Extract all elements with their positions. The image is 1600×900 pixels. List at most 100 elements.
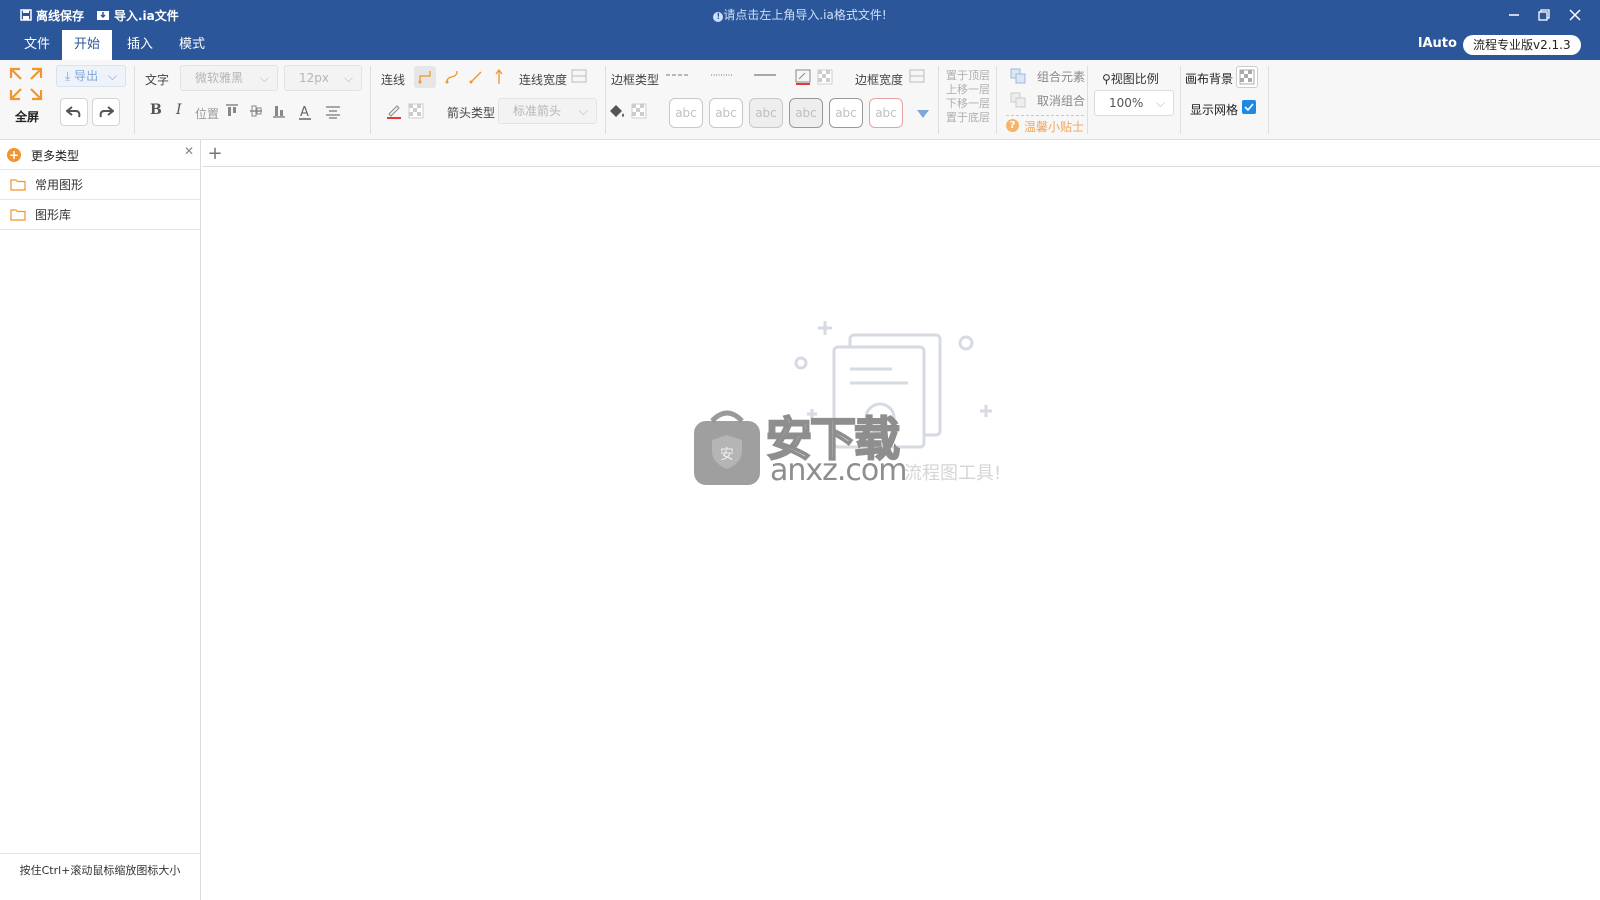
info-icon: ! (713, 12, 724, 22)
pencil-icon (387, 105, 401, 119)
zoom-select[interactable]: 100% ⌵ (1094, 90, 1174, 116)
italic-button[interactable]: I (176, 102, 182, 118)
paint-bucket-icon (610, 105, 624, 117)
border-dashed-button[interactable] (664, 68, 690, 82)
import-icon (97, 11, 109, 20)
import-notice-text: 请点击左上角导入.ia格式文件! (723, 8, 887, 22)
style-swatch[interactable]: abc (869, 98, 903, 128)
text-align-button[interactable] (324, 102, 342, 122)
font-family-select[interactable]: 微软雅黑 ⌵ (180, 65, 278, 91)
chevron-down-icon: ⌵ (107, 69, 117, 83)
sidebar-item-common-shapes[interactable]: 常用图形 (0, 170, 200, 200)
line-transparent-button[interactable] (407, 102, 425, 120)
style-swatch[interactable]: abc (709, 98, 743, 128)
curve-line-icon (445, 70, 458, 84)
border-color-button[interactable] (794, 68, 812, 86)
bold-button[interactable]: B (150, 102, 162, 118)
line-width-button[interactable] (570, 67, 588, 85)
line-elbow-button[interactable] (414, 66, 436, 88)
menu-insert[interactable]: 插入 (115, 30, 165, 60)
canvas-bg-button[interactable] (1236, 66, 1258, 88)
arrow-type-select[interactable]: 标准箭头 ⌵ (498, 98, 597, 124)
font-color-button[interactable]: A (297, 102, 313, 122)
align-top-icon (226, 104, 238, 116)
close-icon[interactable]: ✕ (182, 144, 196, 158)
separator (1087, 66, 1088, 134)
watermark-caption: 流程图工具! (904, 463, 1002, 484)
line-vertical-button[interactable] (488, 66, 510, 88)
import-ia-button[interactable]: 导入.ia文件 (96, 6, 179, 24)
ungroup-icon (1010, 92, 1026, 108)
line-curve-button[interactable] (441, 66, 463, 88)
border-solid-button[interactable] (752, 68, 778, 82)
border-width-button[interactable] (908, 67, 926, 85)
close-window-button[interactable] (1563, 4, 1587, 26)
sidebar-item-shape-library[interactable]: 图形库 (0, 200, 200, 230)
style-swatch[interactable]: abc (669, 98, 703, 128)
search-icon: ⚲ (1102, 72, 1111, 86)
style-swatch[interactable]: abc (829, 98, 863, 128)
svg-text:A: A (300, 105, 309, 120)
line-color-button[interactable] (385, 102, 403, 120)
watermark-domain: anxz.com (770, 453, 908, 488)
line-width-label: 连线宽度 (519, 73, 568, 87)
add-page-button[interactable]: + (206, 143, 224, 164)
restore-icon (1538, 9, 1550, 21)
tips-link[interactable]: 温馨小贴士 (1024, 118, 1084, 135)
drawing-canvas[interactable]: 安 安下载 anxz.com 流程图工具! (202, 168, 1600, 900)
font-size-select[interactable]: 12px ⌵ (284, 65, 362, 91)
style-swatch[interactable]: abc (749, 98, 783, 128)
svg-text:安: 安 (720, 447, 734, 463)
position-button[interactable]: 位置 (195, 105, 219, 122)
offline-save-button[interactable]: 离线保存 (20, 6, 84, 24)
minimize-button[interactable] (1502, 4, 1526, 26)
align-middle-icon (250, 105, 262, 117)
import-notice: ! 请点击左上角导入.ia格式文件! (0, 6, 1600, 23)
chevron-down-icon: ⌵ (578, 104, 588, 118)
font-color-icon: A (299, 105, 311, 120)
checkerboard-icon (1239, 69, 1255, 85)
menu-mode[interactable]: 模式 (167, 30, 217, 60)
align-top-button[interactable] (224, 102, 240, 120)
title-bar: 离线保存 导入.ia文件 ! 请点击左上角导入.ia格式文件! 文件 开始 插入 … (0, 0, 1600, 60)
align-middle-button[interactable] (248, 102, 264, 120)
menu-file[interactable]: 文件 (12, 30, 62, 60)
send-to-back-button[interactable]: 置于底层 (946, 109, 990, 125)
align-bottom-button[interactable] (271, 102, 287, 120)
show-grid-checkbox[interactable] (1242, 100, 1256, 114)
dashed-line-icon (666, 74, 688, 76)
fullscreen-button[interactable] (8, 66, 44, 102)
fill-color-button[interactable] (607, 101, 627, 121)
minimize-icon (1509, 14, 1519, 16)
line-straight-button[interactable] (465, 66, 487, 88)
undo-button[interactable] (60, 98, 88, 126)
check-icon (1244, 103, 1254, 112)
border-dotted-button[interactable] (709, 68, 735, 82)
group-button[interactable]: 组合元素 (1037, 68, 1085, 85)
redo-button[interactable] (92, 98, 120, 126)
separator (938, 66, 939, 134)
line-label: 连线 (381, 73, 406, 87)
ungroup-button[interactable]: 取消组合 (1037, 92, 1085, 109)
export-dropdown[interactable]: ⤓ 导出 ⌵ (56, 65, 126, 87)
elbow-line-icon (418, 71, 431, 84)
font-size-value: 12px (299, 71, 329, 85)
plus-circle-icon: + (7, 148, 21, 162)
user-name[interactable]: lAuto (1418, 36, 1457, 51)
line-width-icon (571, 69, 587, 83)
chevron-down-icon: ⌵ (343, 71, 353, 85)
divider (1006, 115, 1084, 116)
style-swatch[interactable]: abc (789, 98, 823, 128)
more-styles-button[interactable] (915, 108, 931, 120)
download-icon: ⤓ (65, 69, 71, 83)
separator (996, 66, 997, 134)
arrow-type-value: 标准箭头 (513, 104, 562, 118)
border-transparent-button[interactable] (816, 68, 834, 86)
menu-start[interactable]: 开始 (62, 30, 113, 60)
checkerboard-icon (408, 103, 424, 119)
more-types-header[interactable]: + 更多类型 ✕ (0, 140, 200, 170)
close-icon (1569, 9, 1581, 21)
watermark: 安 安下载 anxz.com 流程图工具! (692, 405, 1052, 495)
restore-button[interactable] (1532, 4, 1556, 26)
fill-transparent-button[interactable] (630, 102, 648, 120)
